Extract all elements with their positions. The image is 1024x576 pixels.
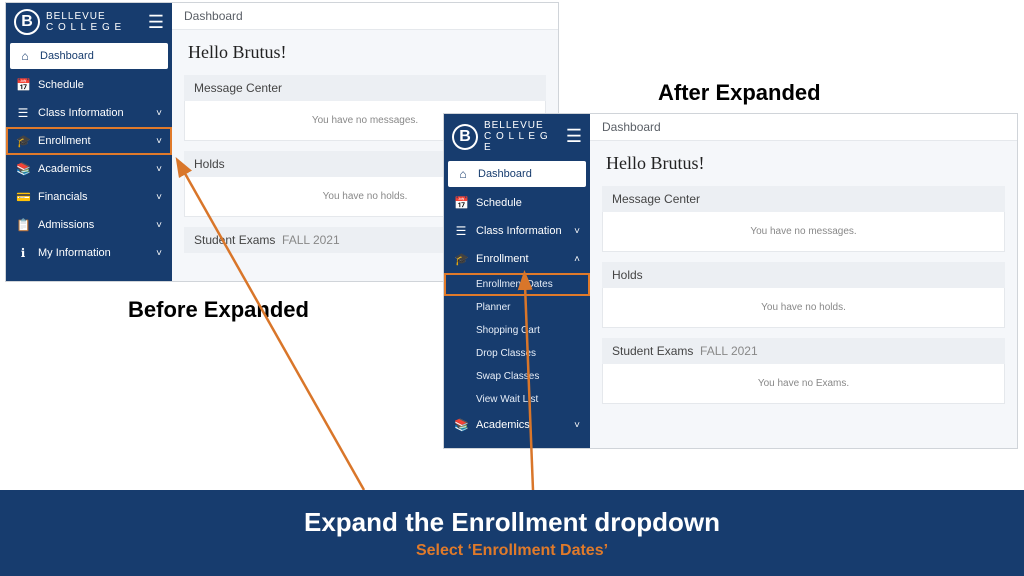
sidebar-subitem-planner[interactable]: Planner (444, 296, 590, 319)
nav-icon: 📚 (16, 162, 30, 176)
sidebar-item-enrollment[interactable]: 🎓 Enrollment ˄ (444, 245, 590, 273)
chevron-down-icon: ˅ (156, 192, 162, 203)
section-body: You have no holds. (602, 288, 1005, 328)
instruction-banner: Expand the Enrollment dropdown Select ‘E… (0, 490, 1024, 576)
sidebar-item-label: Dashboard (40, 50, 94, 62)
nav-icon: 🎓 (454, 252, 468, 266)
banner-subtitle: Select ‘Enrollment Dates’ (416, 542, 608, 560)
sidebar-before: B BELLEVUEC O L L E G E ☰ ⌂ Dashboard 📅 Sch… (6, 3, 172, 281)
sidebar-item-admissions[interactable]: 📋 Admissions ˅ (6, 211, 172, 239)
nav-icon: ⌂ (18, 49, 32, 63)
section-body: You have no Exams. (602, 364, 1005, 404)
sidebar-item-enrollment[interactable]: 🎓 Enrollment ˅ (6, 127, 172, 155)
nav-icon: ℹ (16, 246, 30, 260)
section-heading: Message Center (602, 186, 1005, 212)
sidebar-item-dashboard[interactable]: ⌂ Dashboard (10, 43, 168, 69)
sidebar-subitem-enrollment-dates[interactable]: Enrollment Dates (444, 273, 590, 296)
sidebar-item-schedule[interactable]: 📅 Schedule (444, 189, 590, 217)
sidebar-item-label: Academics (476, 419, 530, 431)
nav-icon: ☰ (454, 224, 468, 238)
chevron-down-icon: ˅ (156, 164, 162, 175)
brand-text: BELLEVUEC O L L E G E (484, 120, 560, 153)
sidebar-item-class-information[interactable]: ☰ Class Information ˅ (6, 99, 172, 127)
brand-text: BELLEVUEC O L L E G E (46, 11, 122, 33)
nav-icon: ☰ (16, 106, 30, 120)
chevron-down-icon: ˅ (156, 136, 162, 147)
brand: B BELLEVUEC O L L E G E ☰ (6, 3, 172, 41)
sidebar-item-schedule[interactable]: 📅 Schedule (6, 71, 172, 99)
chevron-down-icon: ˅ (574, 226, 580, 237)
sidebar-subitem-view-wait-list[interactable]: View Wait List (444, 388, 590, 411)
sidebar-item-label: Admissions (38, 219, 94, 231)
section-body: You have no messages. (602, 212, 1005, 252)
logo-icon: B (14, 9, 40, 35)
content-after: Dashboard Hello Brutus! Message Center Y… (590, 114, 1017, 448)
nav-icon: 🎓 (16, 134, 30, 148)
nav-icon: 📚 (454, 418, 468, 432)
chevron-down-icon: ˅ (156, 248, 162, 259)
nav-icon: 📋 (16, 218, 30, 232)
nav-icon: ⌂ (456, 167, 470, 181)
logo-icon: B (452, 124, 478, 150)
sidebar-item-label: Class Information (476, 225, 562, 237)
panel-after: B BELLEVUEC O L L E G E ☰ ⌂ Dashboard 📅 Sch… (443, 113, 1018, 449)
sidebar-item-dashboard[interactable]: ⌂ Dashboard (448, 161, 586, 187)
message-center: Message Center You have no messages. (602, 186, 1005, 252)
sidebar-item-label: My Information (38, 247, 111, 259)
section-heading: Student Exams FALL 2021 (602, 338, 1005, 364)
section-heading: Holds (602, 262, 1005, 288)
sidebar-item-label: Schedule (476, 197, 522, 209)
brand: B BELLEVUEC O L L E G E ☰ (444, 114, 590, 159)
hamburger-icon[interactable]: ☰ (148, 12, 164, 33)
page-title: Hello Brutus! (590, 141, 1017, 186)
sidebar-item-label: Class Information (38, 107, 124, 119)
nav-icon: 📅 (454, 196, 468, 210)
caption-after: After Expanded (658, 80, 821, 106)
sidebar-subitem-shopping-cart[interactable]: Shopping Cart (444, 319, 590, 342)
holds: Holds You have no holds. (602, 262, 1005, 328)
nav-icon: 📅 (16, 78, 30, 92)
sidebar-item-label: Financials (38, 191, 88, 203)
chevron-up-icon: ˄ (574, 254, 580, 265)
sidebar-subitem-drop-classes[interactable]: Drop Classes (444, 342, 590, 365)
hamburger-icon[interactable]: ☰ (566, 126, 582, 147)
sidebar-item-academics[interactable]: 📚 Academics ˅ (444, 411, 590, 439)
sidebar-item-label: Schedule (38, 79, 84, 91)
sidebar-item-my-information[interactable]: ℹ My Information ˅ (6, 239, 172, 267)
chevron-down-icon: ˅ (156, 108, 162, 119)
student-exams: Student Exams FALL 2021 You have no Exam… (602, 338, 1005, 404)
sidebar-after: B BELLEVUEC O L L E G E ☰ ⌂ Dashboard 📅 Sch… (444, 114, 590, 448)
sidebar-subitem-swap-classes[interactable]: Swap Classes (444, 365, 590, 388)
sidebar-item-label: Enrollment (38, 135, 91, 147)
sidebar-item-label: Academics (38, 163, 92, 175)
breadcrumb: Dashboard (172, 3, 558, 30)
banner-title: Expand the Enrollment dropdown (304, 507, 720, 538)
sidebar-item-label: Enrollment (476, 253, 529, 265)
breadcrumb: Dashboard (590, 114, 1017, 141)
sidebar-item-class-information[interactable]: ☰ Class Information ˅ (444, 217, 590, 245)
section-heading: Message Center (184, 75, 546, 101)
sidebar-item-academics[interactable]: 📚 Academics ˅ (6, 155, 172, 183)
chevron-down-icon: ˅ (156, 220, 162, 231)
sidebar-item-label: Dashboard (478, 168, 532, 180)
nav-icon: 💳 (16, 190, 30, 204)
page-title: Hello Brutus! (172, 30, 558, 75)
chevron-down-icon: ˅ (574, 420, 580, 431)
sidebar-item-financials[interactable]: 💳 Financials ˅ (6, 183, 172, 211)
caption-before: Before Expanded (128, 297, 309, 323)
